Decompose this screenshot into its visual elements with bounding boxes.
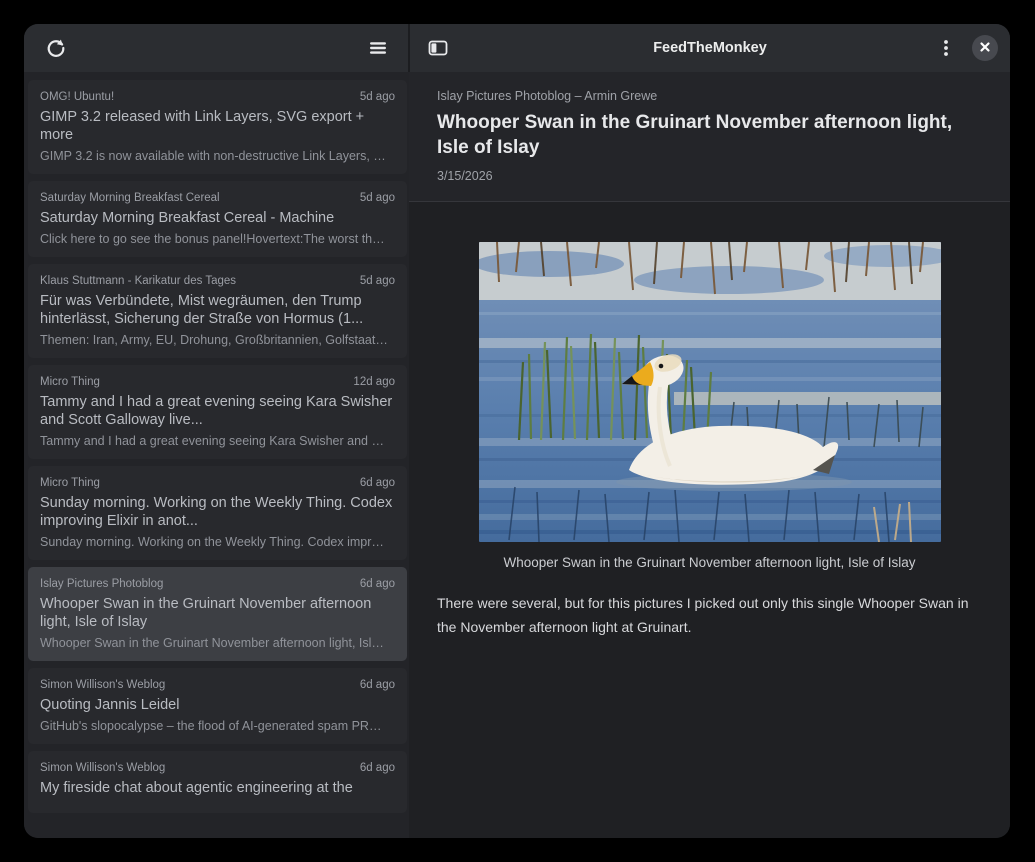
item-snippet: GitHub's slopocalypse – the flood of AI-…	[40, 719, 395, 733]
list-item[interactable]: Simon Willison's Weblog 6d ago My firesi…	[28, 751, 407, 813]
item-title: Für was Verbündete, Mist wegräumen, den …	[40, 292, 395, 328]
article-figure: Whooper Swan in the Gruinart November af…	[479, 242, 941, 571]
list-item[interactable]: OMG! Ubuntu! 5d ago GIMP 3.2 released wi…	[28, 80, 407, 174]
article-title: Whooper Swan in the Gruinart November af…	[437, 110, 982, 160]
item-title: Tammy and I had a great evening seeing K…	[40, 393, 395, 429]
list-item[interactable]: Saturday Morning Breakfast Cereal 5d ago…	[28, 181, 407, 257]
article-body: Whooper Swan in the Gruinart November af…	[409, 202, 1010, 838]
item-snippet: Click here to go see the bonus panel!Hov…	[40, 232, 395, 246]
item-title: Saturday Morning Breakfast Cereal - Mach…	[40, 209, 395, 227]
item-meta-row: OMG! Ubuntu! 5d ago	[40, 91, 395, 103]
item-feed-name: Saturday Morning Breakfast Cereal	[40, 192, 350, 204]
item-meta-row: Micro Thing 12d ago	[40, 376, 395, 388]
toolbar-sidebar-section	[24, 24, 408, 72]
item-feed-name: Klaus Stuttmann - Karikatur des Tages	[40, 275, 350, 287]
item-meta-row: Islay Pictures Photoblog 6d ago	[40, 578, 395, 590]
item-snippet: Themen: Iran, Army, EU, Drohung, Großbri…	[40, 333, 395, 347]
article-header: Islay Pictures Photoblog – Armin Grewe W…	[409, 72, 1010, 202]
close-icon	[979, 41, 991, 56]
item-meta-row: Simon Willison's Weblog 6d ago	[40, 762, 395, 774]
item-timestamp: 5d ago	[360, 275, 395, 287]
item-feed-name: Simon Willison's Weblog	[40, 679, 350, 691]
list-item[interactable]: Simon Willison's Weblog 6d ago Quoting J…	[28, 668, 407, 744]
item-timestamp: 12d ago	[353, 376, 395, 388]
item-title: Quoting Jannis Leidel	[40, 696, 395, 714]
kebab-menu-icon	[936, 38, 956, 58]
item-snippet: GIMP 3.2 is now available with non-destr…	[40, 149, 395, 163]
item-snippet: Sunday morning. Working on the Weekly Th…	[40, 535, 395, 549]
list-item[interactable]: Micro Thing 6d ago Sunday morning. Worki…	[28, 466, 407, 560]
item-title: Whooper Swan in the Gruinart November af…	[40, 595, 395, 631]
item-title: Sunday morning. Working on the Weekly Th…	[40, 494, 395, 530]
item-feed-name: Micro Thing	[40, 376, 343, 388]
item-timestamp: 6d ago	[360, 578, 395, 590]
main-area: OMG! Ubuntu! 5d ago GIMP 3.2 released wi…	[24, 72, 1010, 838]
swan-photo	[479, 242, 941, 542]
item-feed-name: OMG! Ubuntu!	[40, 91, 350, 103]
menu-icon	[368, 38, 388, 58]
article-pane: Islay Pictures Photoblog – Armin Grewe W…	[409, 72, 1010, 838]
more-options-button[interactable]	[930, 32, 962, 64]
item-feed-name: Islay Pictures Photoblog	[40, 578, 350, 590]
close-button[interactable]	[972, 35, 998, 61]
item-meta-row: Saturday Morning Breakfast Cereal 5d ago	[40, 192, 395, 204]
list-item[interactable]: Klaus Stuttmann - Karikatur des Tages 5d…	[28, 264, 407, 358]
refresh-icon	[46, 38, 66, 58]
list-item[interactable]: Micro Thing 12d ago Tammy and I had a gr…	[28, 365, 407, 459]
item-meta-row: Klaus Stuttmann - Karikatur des Tages 5d…	[40, 275, 395, 287]
item-title: My fireside chat about agentic engineeri…	[40, 779, 395, 797]
menu-button[interactable]	[362, 32, 394, 64]
item-meta-row: Simon Willison's Weblog 6d ago	[40, 679, 395, 691]
refresh-button[interactable]	[40, 32, 72, 64]
item-timestamp: 6d ago	[360, 762, 395, 774]
item-feed-name: Micro Thing	[40, 477, 350, 489]
item-snippet: Whooper Swan in the Gruinart November af…	[40, 636, 395, 650]
sidebar-toggle-icon	[428, 38, 448, 58]
image-caption: Whooper Swan in the Gruinart November af…	[479, 554, 941, 571]
toolbar: FeedTheMonkey	[24, 24, 1010, 72]
item-meta-row: Micro Thing 6d ago	[40, 477, 395, 489]
item-snippet: Tammy and I had a great evening seeing K…	[40, 434, 395, 448]
item-feed-name: Simon Willison's Weblog	[40, 762, 350, 774]
sidebar-toggle-button[interactable]	[422, 32, 454, 64]
item-timestamp: 6d ago	[360, 679, 395, 691]
toolbar-main-section: FeedTheMonkey	[410, 24, 1010, 72]
article-source: Islay Pictures Photoblog – Armin Grewe	[437, 88, 982, 104]
item-timestamp: 6d ago	[360, 477, 395, 489]
list-item-selected[interactable]: Islay Pictures Photoblog 6d ago Whooper …	[28, 567, 407, 661]
article-paragraph: There were several, but for this picture…	[437, 591, 982, 639]
app-title: FeedTheMonkey	[653, 40, 767, 56]
toolbar-right-group	[930, 32, 998, 64]
article-date: 3/15/2026	[437, 168, 982, 184]
item-title: GIMP 3.2 released with Link Layers, SVG …	[40, 108, 395, 144]
item-timestamp: 5d ago	[360, 91, 395, 103]
item-timestamp: 5d ago	[360, 192, 395, 204]
app-window: FeedTheMonkey	[24, 24, 1010, 838]
feed-item-list: OMG! Ubuntu! 5d ago GIMP 3.2 released wi…	[24, 72, 409, 838]
